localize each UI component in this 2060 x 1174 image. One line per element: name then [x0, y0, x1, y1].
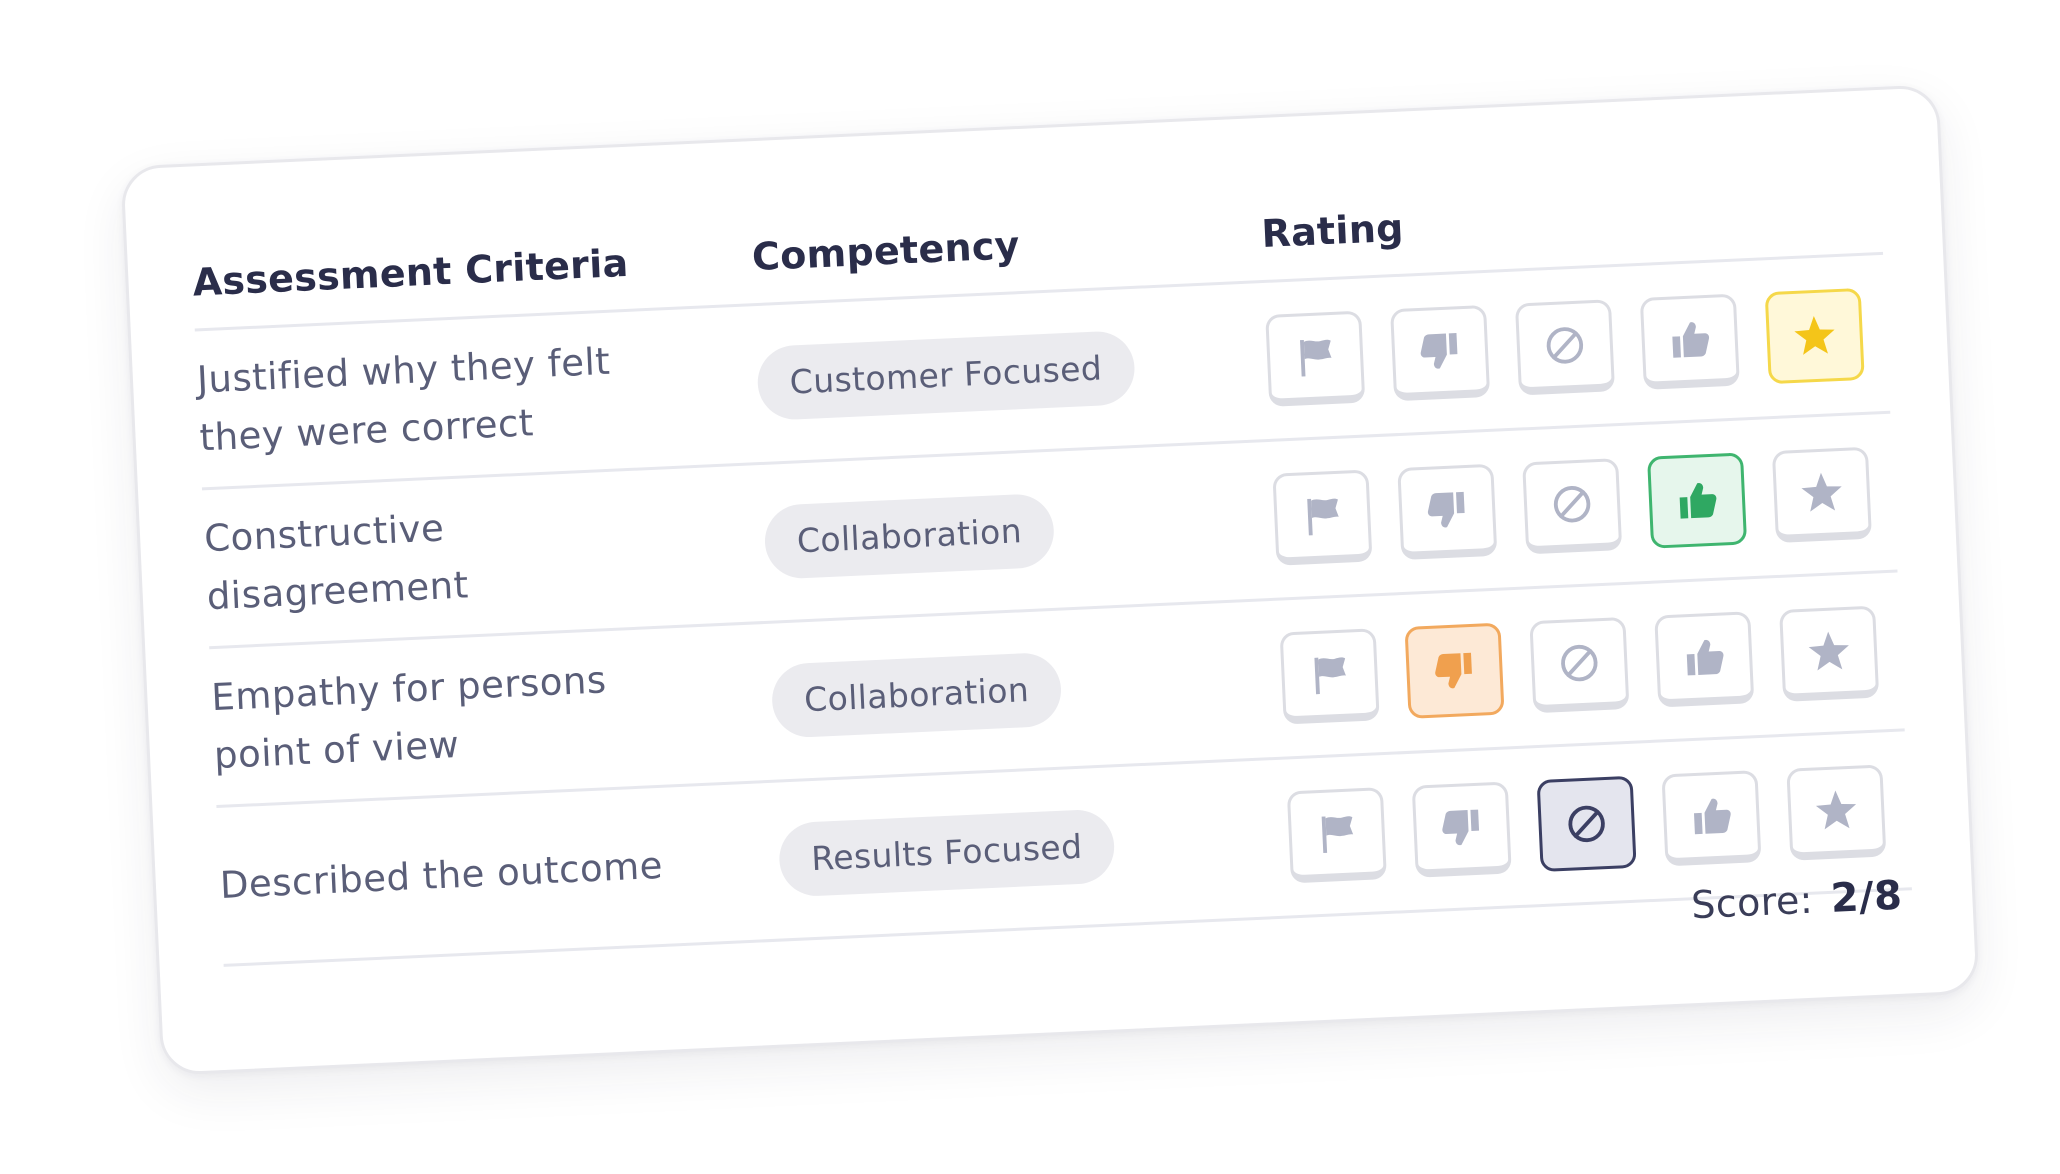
thumbs-down-button[interactable] — [1404, 622, 1505, 719]
flag-icon — [1291, 332, 1339, 380]
thumbs-up-icon — [1666, 315, 1714, 363]
thumbs-up-button[interactable] — [1647, 452, 1748, 549]
thumbs-down-button[interactable] — [1397, 463, 1498, 561]
flag-icon — [1306, 650, 1354, 698]
thumbs-up-icon — [1673, 477, 1721, 525]
thumbs-up-icon — [1687, 792, 1735, 840]
rating-buttons — [1279, 605, 1880, 725]
not-applicable-button[interactable] — [1536, 775, 1637, 873]
thumbs-down-button[interactable] — [1390, 304, 1491, 402]
score-summary: Score: 2/8 — [1690, 873, 1903, 929]
thumbs-down-button[interactable] — [1411, 781, 1512, 878]
thumbs-down-icon — [1438, 803, 1486, 851]
flag-button[interactable] — [1279, 628, 1380, 725]
competency-tag: Collaboration — [770, 651, 1063, 739]
criteria-text: Constructive disagreement — [203, 506, 470, 619]
score-label: Score: — [1690, 877, 1814, 928]
star-icon — [1805, 627, 1853, 675]
header-assessment-criteria: Assessment Criteria — [191, 240, 630, 305]
not-applicable-button[interactable] — [1529, 616, 1630, 714]
not-applicable-button[interactable] — [1514, 299, 1616, 396]
header-rating: Rating — [1260, 205, 1405, 257]
competency-tag: Results Focused — [777, 808, 1116, 898]
competency-tag: Customer Focused — [756, 330, 1136, 422]
star-button[interactable] — [1771, 446, 1872, 544]
thumbs-down-icon — [1423, 485, 1471, 533]
rating-buttons — [1272, 446, 1872, 566]
flag-button[interactable] — [1265, 310, 1366, 407]
rating-buttons — [1265, 287, 1865, 407]
assessment-card: Assessment Criteria Competency Rating Ju… — [120, 84, 1980, 1076]
not-applicable-icon — [1563, 800, 1611, 848]
star-button[interactable] — [1786, 764, 1887, 861]
score-value: 2/8 — [1829, 872, 1904, 922]
not-applicable-icon — [1548, 480, 1596, 528]
star-button[interactable] — [1764, 287, 1865, 385]
flag-button[interactable] — [1272, 469, 1373, 566]
criteria-text: Justified why they felt they were correc… — [196, 339, 612, 460]
thumbs-down-icon — [1431, 647, 1479, 695]
star-icon — [1812, 786, 1860, 834]
rating-buttons — [1286, 764, 1887, 884]
star-icon — [1791, 312, 1839, 360]
not-applicable-button[interactable] — [1522, 458, 1623, 555]
competency-tag: Collaboration — [763, 492, 1056, 580]
flag-icon — [1313, 809, 1361, 857]
stage: Assessment Criteria Competency Rating Ju… — [0, 0, 2060, 1174]
thumbs-down-icon — [1416, 327, 1464, 375]
flag-icon — [1298, 491, 1346, 539]
thumbs-up-button[interactable] — [1654, 611, 1755, 708]
flag-button[interactable] — [1286, 787, 1387, 884]
not-applicable-icon — [1541, 321, 1589, 369]
criteria-text: Described the outcome — [219, 843, 664, 907]
thumbs-up-button[interactable] — [1661, 770, 1762, 867]
thumbs-up-button[interactable] — [1639, 293, 1740, 390]
criteria-text: Empathy for persons point of view — [210, 658, 608, 778]
thumbs-up-icon — [1680, 633, 1728, 681]
star-icon — [1798, 468, 1846, 516]
star-button[interactable] — [1779, 605, 1880, 702]
not-applicable-icon — [1555, 639, 1603, 687]
header-competency: Competency — [751, 223, 1021, 280]
